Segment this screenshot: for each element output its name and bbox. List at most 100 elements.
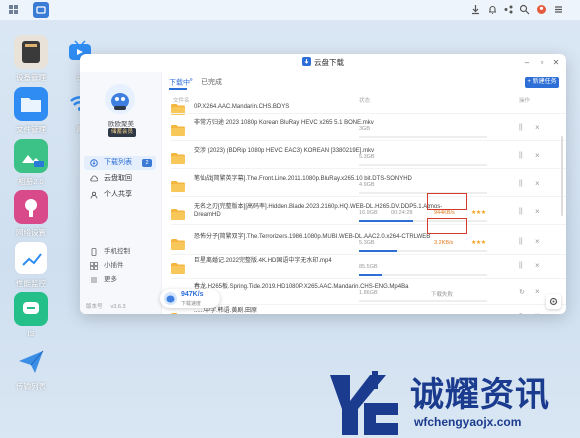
speed-label: 下载速度	[181, 301, 202, 307]
file-name: 巨星离婚记.2022完整版.4K.HD国语中字无水印.mp4	[194, 258, 332, 264]
chat-icon	[14, 292, 48, 326]
file-size: 1.86GB	[359, 290, 378, 296]
menu-icon[interactable]	[553, 4, 564, 15]
pause-icon[interactable]: ||	[519, 262, 523, 269]
bell-icon[interactable]	[487, 4, 498, 15]
row-divider	[171, 168, 566, 169]
sidebar-item-cloud-retrieve[interactable]: 云盘取回	[84, 172, 156, 186]
sidebar-item-widgets[interactable]: 小插件	[84, 260, 156, 272]
file-name: ......中字.韩语.黄剧.田原	[194, 308, 258, 314]
table-row[interactable]: 巨星离婚记.2022完整版.4K.HD国语中字无水印.mp4 85.5GB || ×	[163, 254, 566, 279]
desktop-icon-is[interactable]: IS	[3, 292, 59, 338]
table-row[interactable]: 恐怖分子[简繁双字].The.Terrorizers.1986.1080p.MU…	[163, 230, 566, 255]
pause-icon[interactable]: ||	[519, 208, 523, 215]
share-icon[interactable]	[503, 4, 514, 15]
pause-icon[interactable]: ||	[519, 238, 523, 245]
main-panel: 下载中9 已完成 + 新建任务 文件名 状态 操作 0P.X264.AAC.Ma…	[163, 72, 566, 314]
close-icon[interactable]: ×	[535, 179, 540, 188]
photos-icon	[14, 139, 48, 173]
progress-bar	[359, 192, 487, 194]
desktop-icon-file-manager[interactable]: 文件管理	[3, 87, 59, 135]
new-task-button[interactable]: + 新建任务	[525, 77, 559, 88]
sidebar-item-download-list[interactable]: 下载列表 2	[84, 156, 156, 170]
progress-bar	[359, 300, 487, 302]
table-row[interactable]: 笔仙战[简繁英字幕].The.Front.Line.2011.1080p.Blu…	[163, 172, 566, 197]
download-status: 下载失败	[431, 292, 454, 298]
file-name: 笔仙战[简繁英字幕].The.Front.Line.2011.1080p.Blu…	[194, 176, 412, 182]
retry-icon[interactable]: ↻	[519, 288, 525, 296]
progress-fill	[359, 274, 383, 276]
pause-icon[interactable]: ||	[519, 152, 523, 159]
retry-icon[interactable]: ↻	[519, 312, 525, 314]
count-badge: 2	[142, 159, 152, 167]
speed-highlight-box	[427, 218, 467, 234]
sidebar-item-phone-control[interactable]: 手机控制	[84, 246, 156, 258]
row-divider	[171, 224, 566, 225]
user-name: 欧欧聚美	[108, 121, 134, 128]
speed-value: 947K/s	[181, 291, 204, 298]
cloud-download-icon	[302, 55, 311, 66]
app-launcher-button[interactable]	[33, 2, 49, 18]
desktop-icon-label: 设备管理	[16, 73, 46, 82]
close-icon[interactable]: ×	[535, 311, 540, 314]
grid-icon[interactable]	[8, 4, 19, 15]
table-row[interactable]: 交涉 (2023) (BDRip 1080p HEVC EAC3) KOREAN…	[163, 144, 566, 169]
close-icon[interactable]: ×	[535, 261, 540, 270]
tab-label: 已完成	[201, 79, 222, 86]
gear-icon	[549, 297, 558, 306]
settings-button[interactable]	[546, 294, 561, 309]
desktop-icon-monitor[interactable]: 性能监控	[3, 241, 59, 289]
sidebar-item-label: 小插件	[104, 262, 124, 269]
pause-icon[interactable]: ||	[519, 124, 523, 131]
desktop-icon-label: 相册2.0	[18, 177, 44, 186]
vip-badge[interactable]: 储蓄会员	[108, 128, 136, 137]
version-info: 版本号 v3.6.3	[86, 302, 126, 310]
search-icon[interactable]	[519, 4, 530, 15]
pause-icon[interactable]: ||	[519, 180, 523, 187]
close-icon[interactable]: ×	[535, 287, 540, 296]
phone-icon	[90, 248, 98, 256]
user-icon[interactable]	[536, 4, 547, 15]
rating-stars: ★★★	[471, 210, 486, 216]
download-icon[interactable]	[470, 4, 481, 15]
network-icon	[14, 190, 48, 224]
maximize-icon[interactable]: ▫	[538, 59, 546, 67]
close-icon[interactable]: ×	[535, 207, 540, 216]
row-divider	[171, 140, 566, 141]
close-icon[interactable]: ×	[535, 237, 540, 246]
more-icon	[90, 276, 98, 284]
avatar[interactable]	[105, 84, 135, 114]
sidebar-item-more[interactable]: 更多	[84, 274, 156, 286]
table-row[interactable]: 0P.X264.AAC.Mandarin.CHS.BDYS	[163, 102, 566, 115]
sidebar-item-label: 更多	[104, 276, 117, 283]
progress-bar	[359, 164, 487, 166]
desktop-icon-transfer[interactable]: 传输列表	[3, 344, 59, 392]
table-row[interactable]: 无名之刃[完整版本][高码率].Hidden.Blade.2023.2160p.…	[163, 200, 566, 225]
desktop-icon-photos[interactable]: 相册2.0	[3, 139, 59, 187]
row-divider	[171, 113, 566, 114]
minimize-icon[interactable]: –	[523, 59, 531, 67]
close-icon[interactable]: ✕	[552, 59, 560, 67]
speed-indicator[interactable]: 947K/s 下载速度	[160, 289, 220, 308]
tab-downloading[interactable]: 下载中9	[169, 77, 193, 87]
desktop-icon-device-manager[interactable]: 设备管理	[3, 35, 59, 83]
watermark-logo	[328, 365, 400, 438]
table-row[interactable]: ......中字.韩语.黄剧.田原下载中↻×	[163, 304, 566, 314]
table-row[interactable]: 非常方归途 2023 1080p Korean BluRay HEVC x265…	[163, 116, 566, 141]
download-window: 云盘下载 – ▫ ✕ 欧欧聚美 储蓄会员 下载列表 2 云盘取回 个人共享 手机…	[80, 54, 566, 314]
sidebar-item-personal-share[interactable]: 个人共享	[84, 188, 156, 202]
close-icon[interactable]: ×	[535, 151, 540, 160]
file-name: 恐怖分子[简繁双字].The.Terrorizers.1986.1080p.MU…	[194, 234, 431, 240]
tab-completed[interactable]: 已完成	[201, 77, 222, 87]
window-title-bar[interactable]: 云盘下载	[80, 54, 566, 72]
scrollbar[interactable]	[561, 136, 563, 216]
close-icon[interactable]: ×	[535, 123, 540, 132]
folder-icon	[171, 261, 185, 274]
chart-icon	[14, 241, 48, 275]
table-row[interactable]: 春龙.H265板.Spring.Tide.2019.HD1080P.X265.A…	[163, 280, 566, 305]
download-list-icon	[90, 159, 98, 167]
folder-icon	[171, 151, 185, 164]
desktop-icon-network[interactable]: 网络设置	[3, 190, 59, 238]
file-name: 0P.X264.AAC.Mandarin.CHS.BDYS	[194, 104, 290, 110]
file-size: 4.9GB	[359, 182, 375, 188]
